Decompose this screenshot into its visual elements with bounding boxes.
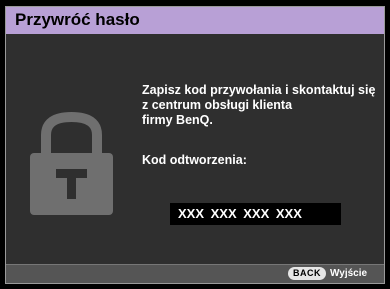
dialog-title: Przywróć hasło (15, 10, 140, 29)
footer-bar: BACK Wyjście (6, 264, 384, 283)
title-bar: Przywróć hasło (6, 7, 384, 34)
message-line: firmy BenQ. (142, 113, 213, 127)
instruction-message: Zapisz kod przywołania i skontaktuj się … (142, 83, 382, 128)
message-line: z centrum obsługi klienta (142, 98, 293, 112)
exit-label: Wyjście (330, 268, 368, 279)
recover-password-dialog: Przywróć hasło Zapisz kod przywołania i … (5, 6, 385, 284)
recovery-code-box: XXX XXX XXX XXX (170, 203, 341, 225)
back-button[interactable]: BACK (288, 267, 326, 280)
recovery-code-value: XXX XXX XXX XXX (178, 206, 302, 221)
lock-icon (30, 111, 113, 215)
recovery-code-label: Kod odtworzenia: (142, 153, 247, 167)
message-line: Zapisz kod przywołania i skontaktuj się (142, 83, 376, 97)
